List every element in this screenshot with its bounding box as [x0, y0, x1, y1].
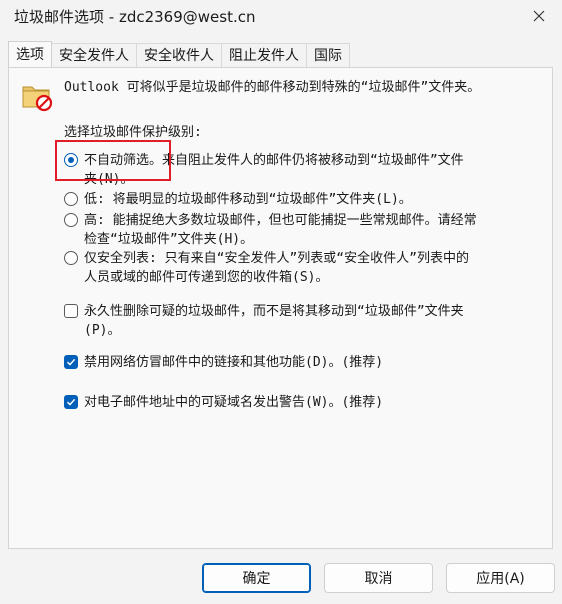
options-panel: Outlook 可将似乎是垃圾邮件的邮件移动到特殊的“垃圾邮件”文件夹。 选择垃…	[8, 67, 553, 549]
warn-suspicious-domains-option[interactable]: 对电子邮件地址中的可疑域名发出警告(W)。(推荐)	[64, 393, 542, 412]
junk-folder-icon	[20, 78, 54, 112]
close-icon	[533, 10, 545, 22]
tab-blocked-senders[interactable]: 阻止发件人	[222, 43, 307, 67]
level-safe-lists-line1: 仅安全列表: 只有来自“安全发件人”列表或“安全收件人”列表中的	[84, 251, 469, 266]
permanently-delete-line2: (P)。	[84, 323, 121, 338]
title-bar: 垃圾邮件选项 - zdc2369@west.cn	[0, 0, 562, 32]
checkbox-disable-phishing-links[interactable]	[64, 355, 78, 369]
level-high-line2: 检查“垃圾邮件”文件夹(H)。	[84, 232, 254, 247]
level-no-filter-line1: 不自动筛选。来自阻止发件人的邮件仍将被移动到“垃圾邮件”文件	[84, 153, 464, 168]
apply-button[interactable]: 应用(A)	[446, 563, 555, 593]
level-no-filter[interactable]: 不自动筛选。来自阻止发件人的邮件仍将被移动到“垃圾邮件”文件 夹(N)。	[64, 151, 542, 189]
checkmark-icon	[66, 358, 76, 366]
protection-level-label: 选择垃圾邮件保护级别:	[64, 125, 202, 140]
ok-button[interactable]: 确定	[202, 563, 311, 593]
radio-high[interactable]	[64, 213, 78, 227]
level-low[interactable]: 低: 将最明显的垃圾邮件移动到“垃圾邮件”文件夹(L)。	[64, 190, 542, 209]
window-title: 垃圾邮件选项 - zdc2369@west.cn	[14, 8, 256, 26]
level-no-filter-line2: 夹(N)。	[84, 172, 134, 187]
tab-options[interactable]: 选项	[8, 41, 52, 67]
cancel-button[interactable]: 取消	[324, 563, 433, 593]
level-high[interactable]: 高: 能捕捉绝大多数垃圾邮件，但也可能捕捉一些常规邮件。请经常 检查“垃圾邮件”…	[64, 211, 542, 249]
tab-international[interactable]: 国际	[307, 43, 350, 67]
permanently-delete-line1: 永久性删除可疑的垃圾邮件，而不是将其移动到“垃圾邮件”文件夹	[84, 304, 464, 319]
warn-suspicious-domains-label: 对电子邮件地址中的可疑域名发出警告(W)。(推荐)	[84, 395, 384, 410]
level-safe-lists-line2: 人员或域的邮件可传递到您的收件箱(S)。	[84, 270, 329, 285]
level-high-line1: 高: 能捕捉绝大多数垃圾邮件，但也可能捕捉一些常规邮件。请经常	[84, 213, 477, 228]
radio-low[interactable]	[64, 192, 78, 206]
checkbox-warn-suspicious-domains[interactable]	[64, 395, 78, 409]
radio-safe-lists-only[interactable]	[64, 251, 78, 265]
tab-safe-senders[interactable]: 安全发件人	[52, 43, 137, 67]
permanently-delete-option[interactable]: 永久性删除可疑的垃圾邮件，而不是将其移动到“垃圾邮件”文件夹 (P)。	[64, 302, 542, 340]
intro-text: Outlook 可将似乎是垃圾邮件的邮件移动到特殊的“垃圾邮件”文件夹。	[64, 80, 481, 95]
disable-phishing-links-option[interactable]: 禁用网络仿冒邮件中的链接和其他功能(D)。(推荐)	[64, 353, 542, 372]
checkmark-icon	[66, 398, 76, 406]
close-button[interactable]	[516, 0, 562, 32]
checkbox-permanently-delete[interactable]	[64, 304, 78, 318]
disable-phishing-links-label: 禁用网络仿冒邮件中的链接和其他功能(D)。(推荐)	[84, 355, 384, 370]
radio-no-filter[interactable]	[64, 153, 78, 167]
tab-strip: 选项 安全发件人 安全收件人 阻止发件人 国际	[8, 41, 350, 67]
tab-safe-recipients[interactable]: 安全收件人	[137, 43, 222, 67]
level-safe-lists-only[interactable]: 仅安全列表: 只有来自“安全发件人”列表或“安全收件人”列表中的 人员或域的邮件…	[64, 249, 542, 287]
level-low-label: 低: 将最明显的垃圾邮件移动到“垃圾邮件”文件夹(L)。	[84, 192, 412, 207]
